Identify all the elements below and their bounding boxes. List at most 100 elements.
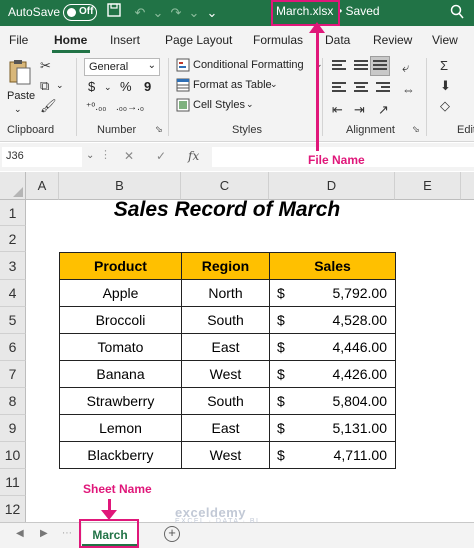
next-sheet-icon[interactable]: ▶	[40, 528, 48, 539]
sales-cell[interactable]: $4,711.00	[269, 441, 396, 469]
enter-icon[interactable]: ✓	[156, 149, 166, 163]
tab-data[interactable]: Data	[325, 33, 350, 47]
row-header[interactable]: 5	[0, 307, 26, 334]
paste-dropdown-icon[interactable]: ⌄	[14, 104, 22, 115]
product-cell[interactable]: Lemon	[59, 414, 182, 442]
column-header-b[interactable]: B	[59, 172, 181, 200]
align-center-icon[interactable]	[354, 82, 368, 94]
insert-function-icon[interactable]: fx	[188, 149, 199, 163]
sheet-tab-overflow-icon[interactable]: ⋯	[62, 528, 72, 539]
copy-icon[interactable]: ⧉	[40, 78, 49, 94]
row-header[interactable]: 1	[0, 200, 26, 226]
row-header[interactable]: 6	[0, 334, 26, 361]
tab-formulas[interactable]: Formulas	[253, 33, 303, 47]
currency-dropdown-icon[interactable]: ⌄	[104, 82, 112, 93]
sales-cell[interactable]: $5,792.00	[269, 279, 396, 307]
merge-center-icon[interactable]: ⇔	[402, 82, 415, 97]
alignment-dialog-launcher-icon[interactable]: ⬂	[412, 124, 420, 135]
fill-icon[interactable]: ⬇	[440, 78, 451, 94]
tab-view[interactable]: View	[432, 33, 458, 47]
sales-cell[interactable]: $4,426.00	[269, 360, 396, 388]
sales-cell[interactable]: $5,804.00	[269, 387, 396, 415]
customize-toolbar-icon[interactable]: ⌄	[202, 3, 222, 23]
cell-styles-dropdown-icon[interactable]: ⌄	[246, 99, 254, 110]
sales-cell[interactable]: $4,446.00	[269, 333, 396, 361]
column-header-f[interactable]	[461, 172, 474, 200]
decrease-indent-icon[interactable]: ⇤	[332, 102, 343, 118]
number-dialog-launcher-icon[interactable]: ⬂	[155, 124, 163, 135]
align-top-icon[interactable]	[332, 60, 346, 72]
column-header-e[interactable]: E	[395, 172, 461, 200]
search-icon[interactable]	[450, 4, 464, 23]
save-icon[interactable]	[104, 3, 124, 23]
product-cell[interactable]: Apple	[59, 279, 182, 307]
conditional-formatting-button[interactable]: Conditional Formatting	[193, 59, 304, 71]
format-as-table-button[interactable]: Format as Table	[193, 79, 272, 91]
paste-label[interactable]: Paste	[7, 90, 35, 102]
row-header[interactable]: 10	[0, 442, 26, 469]
region-header-cell[interactable]: Region	[181, 252, 270, 280]
tab-file[interactable]: File	[9, 33, 28, 47]
column-header-a[interactable]: A	[26, 172, 59, 200]
product-cell[interactable]: Strawberry	[59, 387, 182, 415]
add-sheet-button[interactable]: +	[164, 526, 180, 542]
prev-sheet-icon[interactable]: ◀	[16, 528, 24, 539]
row-header[interactable]: 3	[0, 252, 26, 280]
number-format-dropdown[interactable]: General ⌄	[84, 58, 160, 76]
tab-insert[interactable]: Insert	[110, 33, 140, 47]
decrease-decimal-icon[interactable]: .₀₀→.₀	[116, 102, 144, 113]
autosum-icon[interactable]: Σ	[440, 58, 448, 73]
row-header[interactable]: 4	[0, 280, 26, 307]
cut-icon[interactable]: ✂	[40, 58, 51, 74]
region-cell[interactable]: West	[181, 360, 270, 388]
column-header-d[interactable]: D	[269, 172, 395, 200]
redo-dropdown-icon[interactable]: ⌄	[184, 3, 204, 23]
orientation-icon[interactable]: ↗	[378, 102, 389, 118]
sales-cell[interactable]: $5,131.00	[269, 414, 396, 442]
row-header[interactable]: 12	[0, 496, 26, 522]
product-cell[interactable]: Banana	[59, 360, 182, 388]
format-as-table-dropdown-icon[interactable]: ⌄	[270, 79, 278, 90]
sales-header-cell[interactable]: Sales	[269, 252, 396, 280]
clear-icon[interactable]: ◇	[440, 98, 450, 114]
row-header[interactable]: 9	[0, 415, 26, 442]
cell-styles-button[interactable]: Cell Styles	[193, 99, 245, 111]
tab-page-layout[interactable]: Page Layout	[165, 33, 232, 47]
product-cell[interactable]: Tomato	[59, 333, 182, 361]
row-header[interactable]: 2	[0, 226, 26, 252]
paste-icon[interactable]	[8, 58, 32, 89]
copy-dropdown-icon[interactable]: ⌄	[56, 80, 64, 91]
name-box[interactable]: J36	[2, 147, 82, 167]
wrap-text-icon[interactable]: ⤶	[402, 60, 409, 76]
product-cell[interactable]: Blackberry	[59, 441, 182, 469]
worksheet-grid[interactable]: A B C D E 1 2 3 4 5 6 7 8 9 10 11 12 Sal…	[0, 172, 474, 522]
row-header[interactable]: 7	[0, 361, 26, 388]
redo-icon[interactable]: ↷	[166, 3, 186, 23]
undo-icon[interactable]: ↶	[130, 3, 150, 23]
product-header-cell[interactable]: Product	[59, 252, 182, 280]
increase-indent-icon[interactable]: ⇥	[354, 102, 365, 118]
sheet-title-cell[interactable]: Sales Record of March	[60, 198, 394, 222]
percent-format-button[interactable]: %	[120, 79, 132, 94]
row-header[interactable]: 11	[0, 469, 26, 496]
undo-dropdown-icon[interactable]: ⌄	[148, 3, 168, 23]
select-all-button[interactable]	[0, 172, 26, 200]
tab-home[interactable]: Home	[54, 33, 87, 47]
autosave-toggle[interactable]: Off	[63, 4, 97, 21]
region-cell[interactable]: East	[181, 333, 270, 361]
product-cell[interactable]: Broccoli	[59, 306, 182, 334]
align-right-icon[interactable]	[376, 82, 390, 94]
align-middle-icon[interactable]	[354, 60, 368, 72]
align-left-icon[interactable]	[332, 82, 346, 94]
row-header[interactable]: 8	[0, 388, 26, 415]
sales-cell[interactable]: $4,528.00	[269, 306, 396, 334]
format-painter-icon[interactable]: 🖌	[40, 98, 57, 114]
region-cell[interactable]: North	[181, 279, 270, 307]
comma-style-button[interactable]: 9	[144, 79, 151, 94]
increase-decimal-icon[interactable]: ⁺⁰.₀₀	[86, 102, 106, 113]
region-cell[interactable]: East	[181, 414, 270, 442]
name-box-dropdown-icon[interactable]: ⌄	[86, 150, 94, 161]
column-header-c[interactable]: C	[181, 172, 269, 200]
cancel-icon[interactable]: ✕	[124, 149, 134, 163]
tab-review[interactable]: Review	[373, 33, 412, 47]
